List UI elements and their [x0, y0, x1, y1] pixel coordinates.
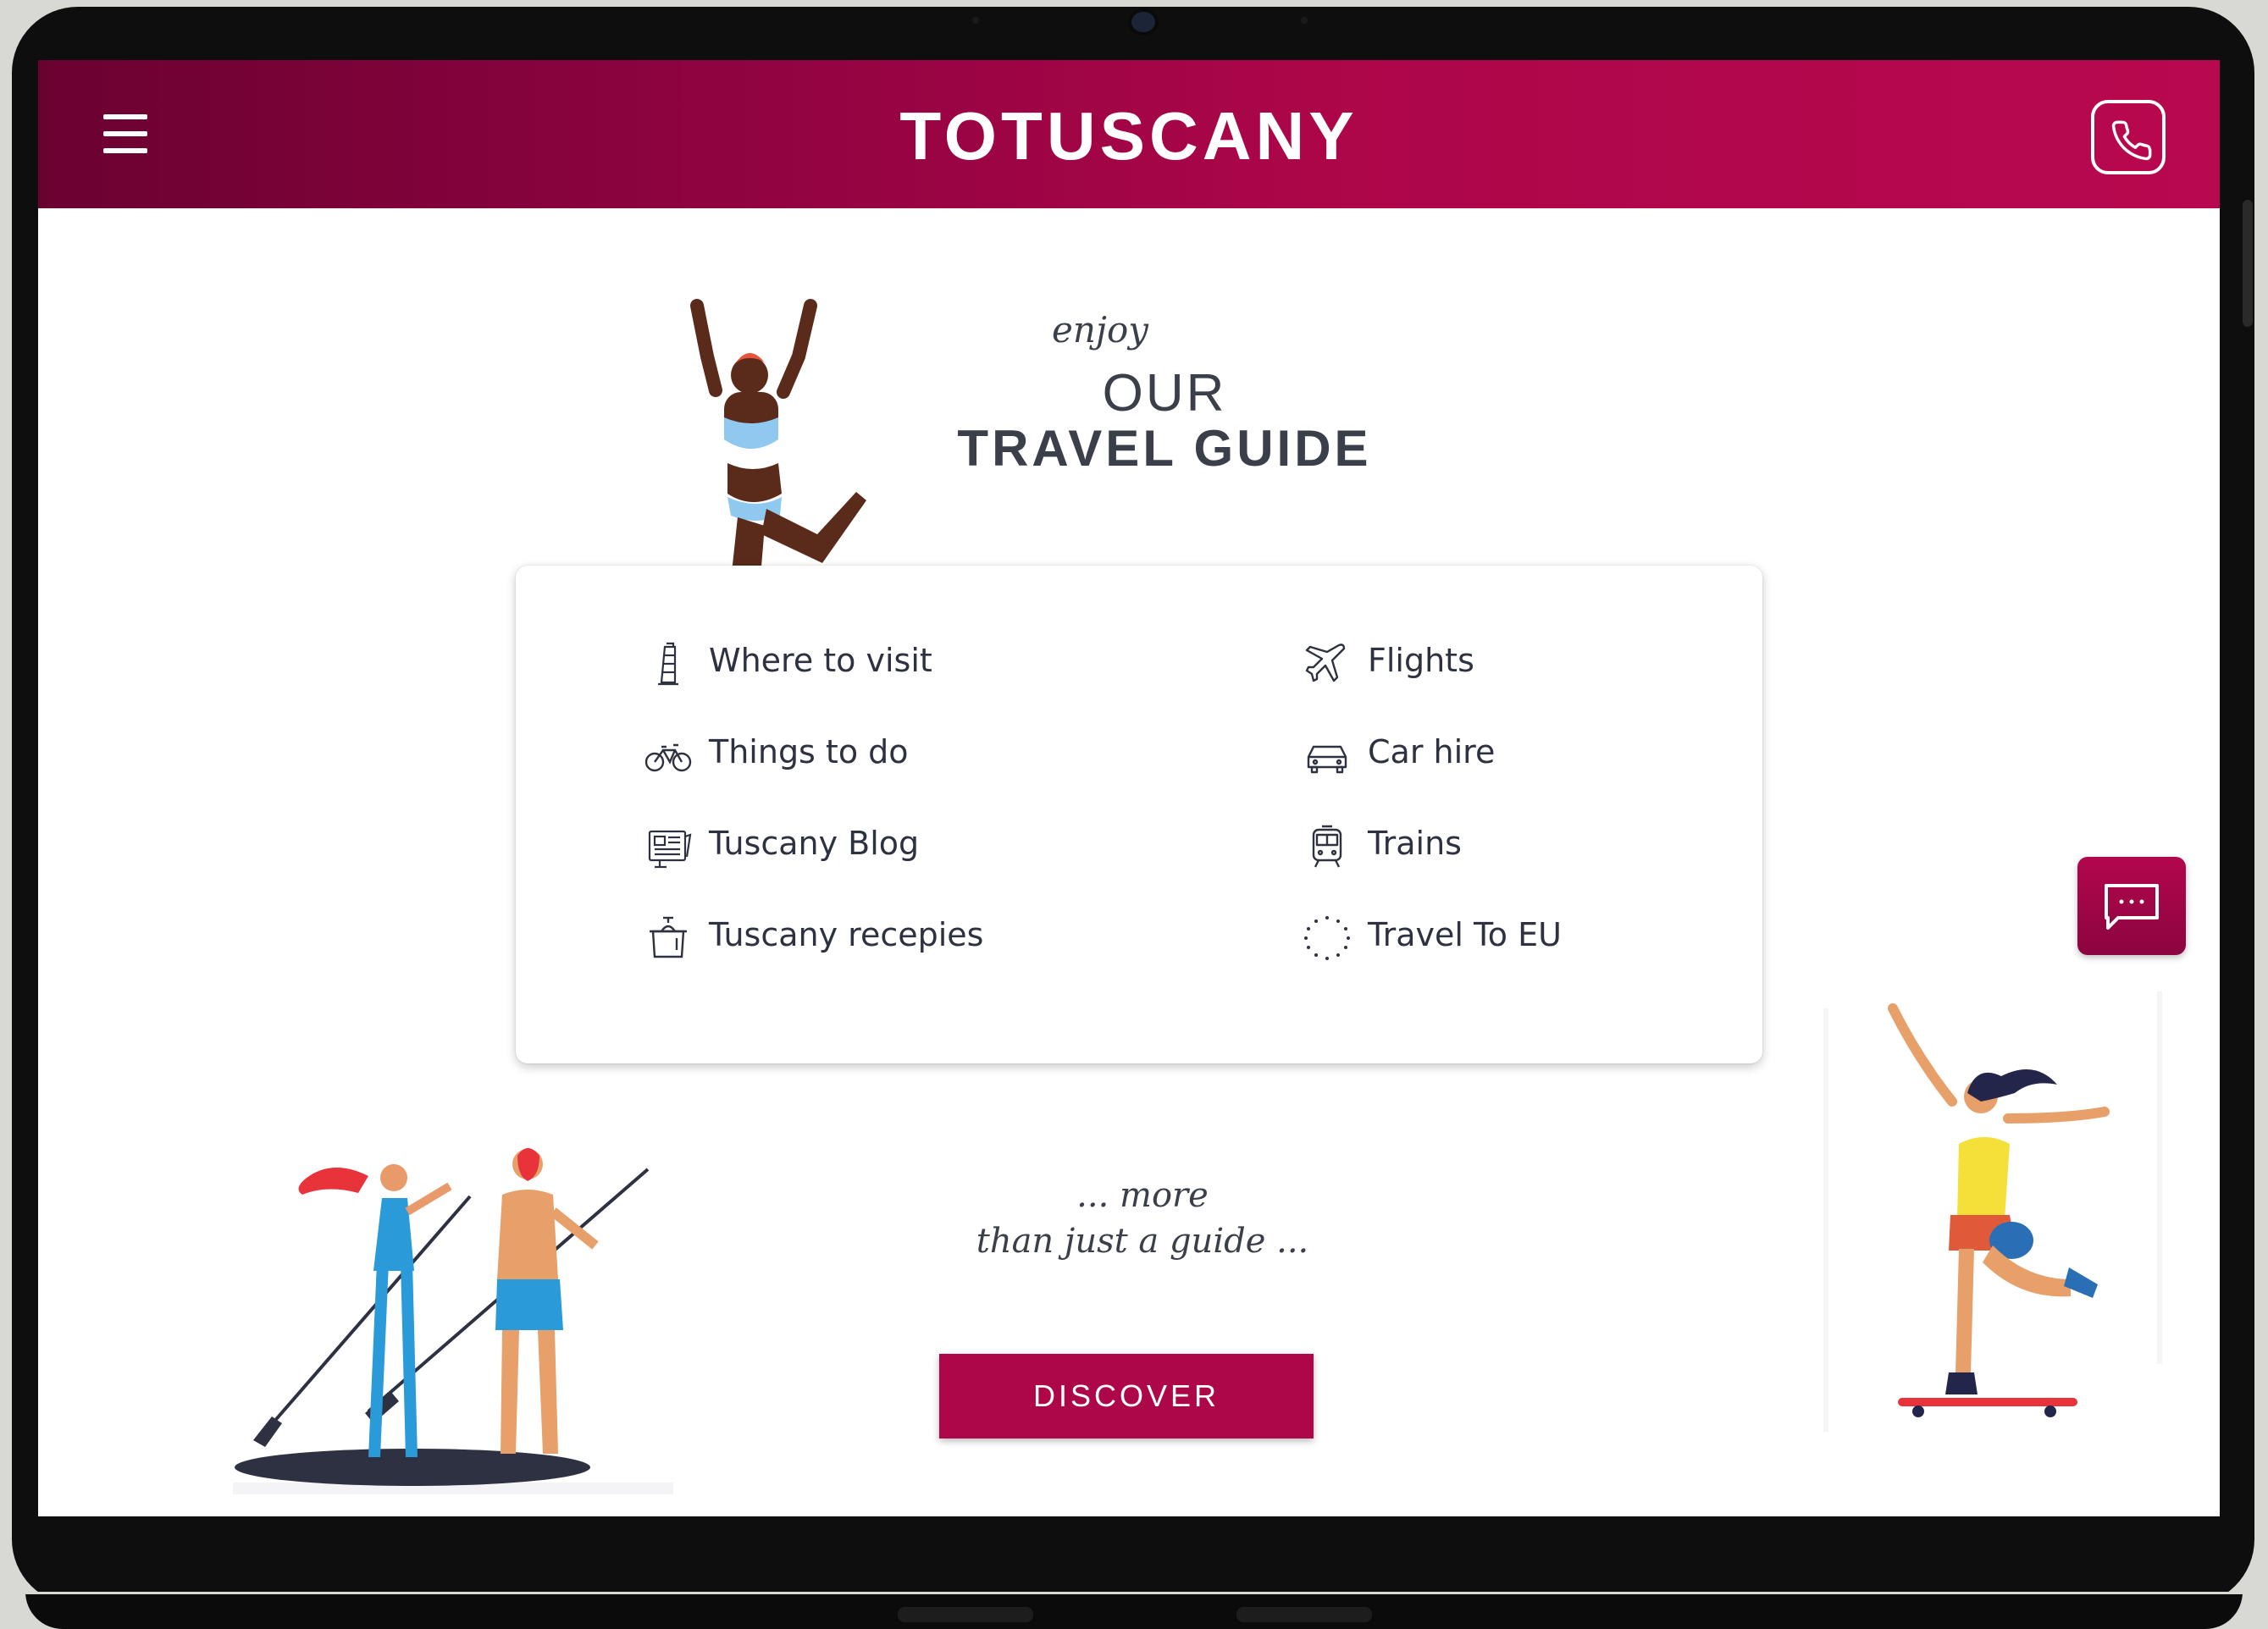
eu-stars-icon: [1304, 916, 1350, 960]
camera: [1128, 8, 1159, 36]
tablet-side-button: [2243, 200, 2253, 327]
menu-item-label: Travel To EU: [1368, 916, 1562, 953]
menu-item-things-to-do[interactable]: Things to do: [643, 728, 1151, 782]
newspaper-icon: [648, 830, 692, 869]
tagline-line2: than just a guide ...: [976, 1222, 1309, 1261]
sensor-left: [972, 17, 979, 24]
top-bar: TOTUSCANY: [38, 60, 2220, 208]
hero-title-line2: TRAVEL GUIDE: [957, 420, 1372, 477]
menu-item-label: Flights: [1368, 642, 1474, 679]
menu-item-travel-to-eu[interactable]: Travel To EU: [1302, 911, 1810, 965]
tablet-bottom-edge: [25, 1592, 2243, 1629]
skateboarding-girl-illustration: [1823, 991, 2162, 1432]
chat-button[interactable]: [2077, 857, 2186, 955]
tablet-foot-right: [1236, 1607, 1372, 1622]
chat-bubble-icon: [2105, 884, 2159, 930]
logo[interactable]: TOTUSCANY: [851, 101, 1407, 172]
menu-item-label: Where to visit: [709, 642, 932, 679]
hamburger-icon[interactable]: [103, 114, 147, 153]
phone-icon: [2111, 120, 2152, 161]
menu-item-where-to-visit[interactable]: Where to visit: [643, 637, 1151, 691]
airplane-icon: [1305, 643, 1346, 682]
train-icon: [1312, 825, 1342, 868]
menu-item-label: Things to do: [709, 733, 909, 770]
sensor-right: [1301, 17, 1308, 24]
logo-text: TOTUSCANY: [899, 98, 1358, 174]
phone-button[interactable]: [2091, 100, 2166, 174]
paddle-boarders-illustration: [233, 1148, 673, 1494]
tagline-line1: ... more: [1076, 1176, 1209, 1215]
cooking-pot-icon: [650, 916, 687, 958]
menu-item-label: Trains: [1368, 825, 1462, 862]
travel-guide-card: Where to visit Things to do Tuscany Blog: [516, 566, 1762, 1063]
menu-item-flights[interactable]: Flights: [1302, 637, 1810, 691]
hero-subtitle: enjoy: [1052, 309, 1148, 351]
car-icon: [1307, 745, 1347, 774]
hero-title-line1: OUR: [1102, 364, 1227, 422]
leaning-tower-icon: [658, 642, 678, 686]
bicycle-icon: [644, 743, 692, 772]
menu-item-tuscany-recepies[interactable]: Tuscany recepies: [643, 911, 1151, 965]
menu-item-tuscany-blog[interactable]: Tuscany Blog: [643, 820, 1151, 874]
menu-item-label: Tuscany recepies: [709, 916, 984, 953]
discover-button[interactable]: DISCOVER: [939, 1354, 1314, 1438]
menu-item-trains[interactable]: Trains: [1302, 820, 1810, 874]
tablet-foot-left: [898, 1607, 1033, 1622]
menu-item-car-hire[interactable]: Car hire: [1302, 728, 1810, 782]
menu-item-label: Tuscany Blog: [709, 825, 920, 862]
menu-item-label: Car hire: [1368, 733, 1496, 770]
screen: TOTUSCANY enjoy OUR TRAVEL GUIDE Where t…: [38, 60, 2220, 1516]
